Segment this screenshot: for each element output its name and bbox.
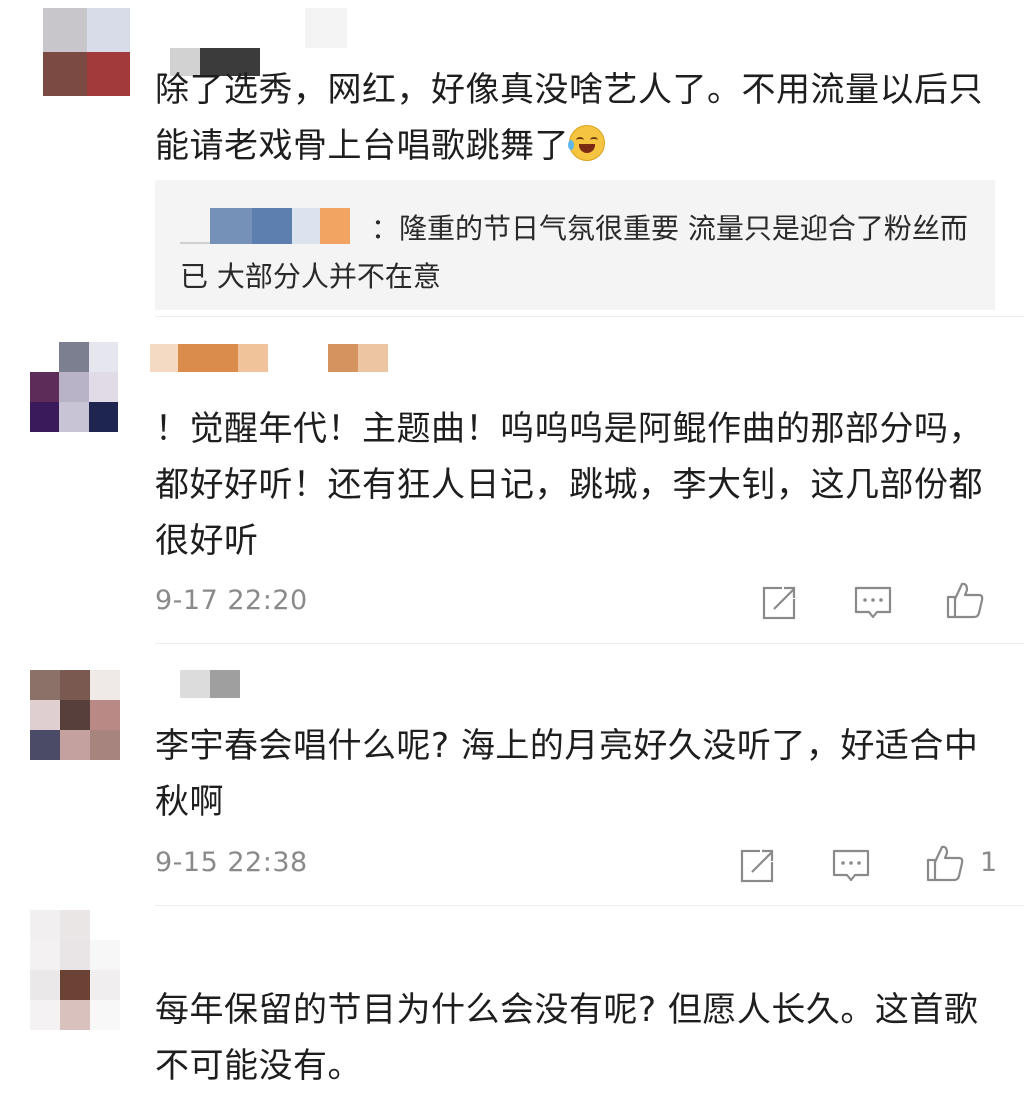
comment-icon[interactable] bbox=[853, 582, 893, 622]
reply-text: ：隆重的节日气氛很重要 流量只是迎合了粉丝而已 大部分人并不在意 bbox=[180, 205, 980, 301]
laughing-crying-emoji-icon bbox=[568, 125, 605, 161]
comment-body: 除了选秀，网红，好像真没啥艺人了。不用流量以后只能请老戏骨上台唱歌跳舞了 bbox=[155, 70, 983, 166]
thumbs-up-icon[interactable] bbox=[925, 843, 965, 883]
avatar[interactable] bbox=[30, 910, 120, 1030]
divider bbox=[155, 643, 1024, 644]
reply-more-line: ▂▂▂ ▂ ▂▂▂▂▂▂▂ ▂▂▂ ▂▂▂▂ ▂▂▂ bbox=[180, 298, 797, 310]
divider bbox=[155, 905, 1024, 906]
comment-text: 李宇春会唱什么呢? 海上的月亮好久没听了，好适合中秋啊 bbox=[155, 718, 1005, 830]
share-icon[interactable] bbox=[738, 845, 778, 885]
thumbs-up-icon[interactable] bbox=[945, 580, 985, 620]
reply-separator: ： bbox=[371, 212, 400, 245]
timestamp: 9-17 22:20 bbox=[155, 585, 308, 616]
comment-body: 李宇春会唱什么呢? 海上的月亮好久没听了，好适合中秋啊 bbox=[155, 726, 979, 822]
avatar[interactable] bbox=[43, 8, 130, 96]
like-count: 1 bbox=[980, 847, 998, 878]
username[interactable] bbox=[150, 344, 395, 372]
username[interactable] bbox=[180, 670, 240, 698]
divider bbox=[155, 316, 1024, 317]
avatar[interactable] bbox=[30, 342, 118, 432]
share-icon[interactable] bbox=[760, 582, 800, 622]
timestamp: 9-15 22:38 bbox=[155, 847, 308, 878]
comment-text: 除了选秀，网红，好像真没啥艺人了。不用流量以后只能请老戏骨上台唱歌跳舞了 bbox=[155, 62, 1005, 174]
reply-preview[interactable]: ：隆重的节日气氛很重要 流量只是迎合了粉丝而已 大部分人并不在意 ▂▂▂ ▂ ▂… bbox=[155, 180, 995, 310]
avatar[interactable] bbox=[30, 670, 120, 760]
comment-icon[interactable] bbox=[831, 845, 871, 885]
comment-body: 每年保留的节目为什么会没有呢? 但愿人长久。这首歌不可能没有。 bbox=[155, 990, 979, 1086]
comment-text: 每年保留的节目为什么会没有呢? 但愿人长久。这首歌不可能没有。 bbox=[155, 982, 1005, 1094]
comment-body: ！觉醒年代！主题曲！呜呜呜是阿鲲作曲的那部分吗，都好好听！还有狂人日记，跳城，李… bbox=[155, 409, 983, 561]
reply-username[interactable] bbox=[180, 208, 365, 244]
username-blur bbox=[305, 8, 347, 48]
comment-text: ！觉醒年代！主题曲！呜呜呜是阿鲲作曲的那部分吗，都好好听！还有狂人日记，跳城，李… bbox=[155, 401, 1005, 569]
